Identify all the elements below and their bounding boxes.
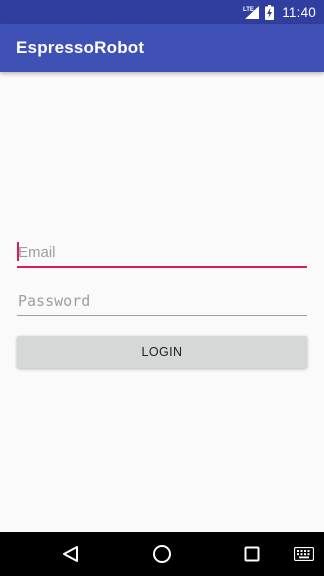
text-cursor [17, 242, 19, 261]
app-bar: EspressoRobot [0, 24, 324, 72]
login-button[interactable]: LOGIN [17, 336, 307, 368]
battery-charging-icon [265, 4, 275, 20]
home-icon [153, 545, 171, 563]
status-bar: LTE 11:40 [0, 0, 324, 24]
status-icons: LTE 11:40 [243, 0, 316, 24]
email-field-container [17, 238, 307, 268]
app-title: EspressoRobot [16, 38, 145, 57]
status-time: 11:40 [282, 4, 316, 20]
back-button[interactable] [49, 532, 93, 576]
login-screen: LOGIN [0, 72, 324, 532]
back-icon [63, 546, 78, 562]
keyboard-icon [294, 547, 314, 561]
password-field-container [17, 287, 307, 317]
password-field[interactable] [17, 287, 307, 315]
network-label: LTE [243, 7, 254, 13]
navigation-bar [0, 532, 324, 576]
email-underline [17, 266, 307, 268]
recents-button[interactable] [230, 532, 274, 576]
recents-icon [244, 546, 260, 562]
home-button[interactable] [140, 532, 184, 576]
email-field[interactable] [17, 238, 307, 266]
password-underline [17, 315, 307, 316]
keyboard-button[interactable] [284, 532, 324, 576]
lte-signal-icon: LTE [243, 5, 260, 19]
